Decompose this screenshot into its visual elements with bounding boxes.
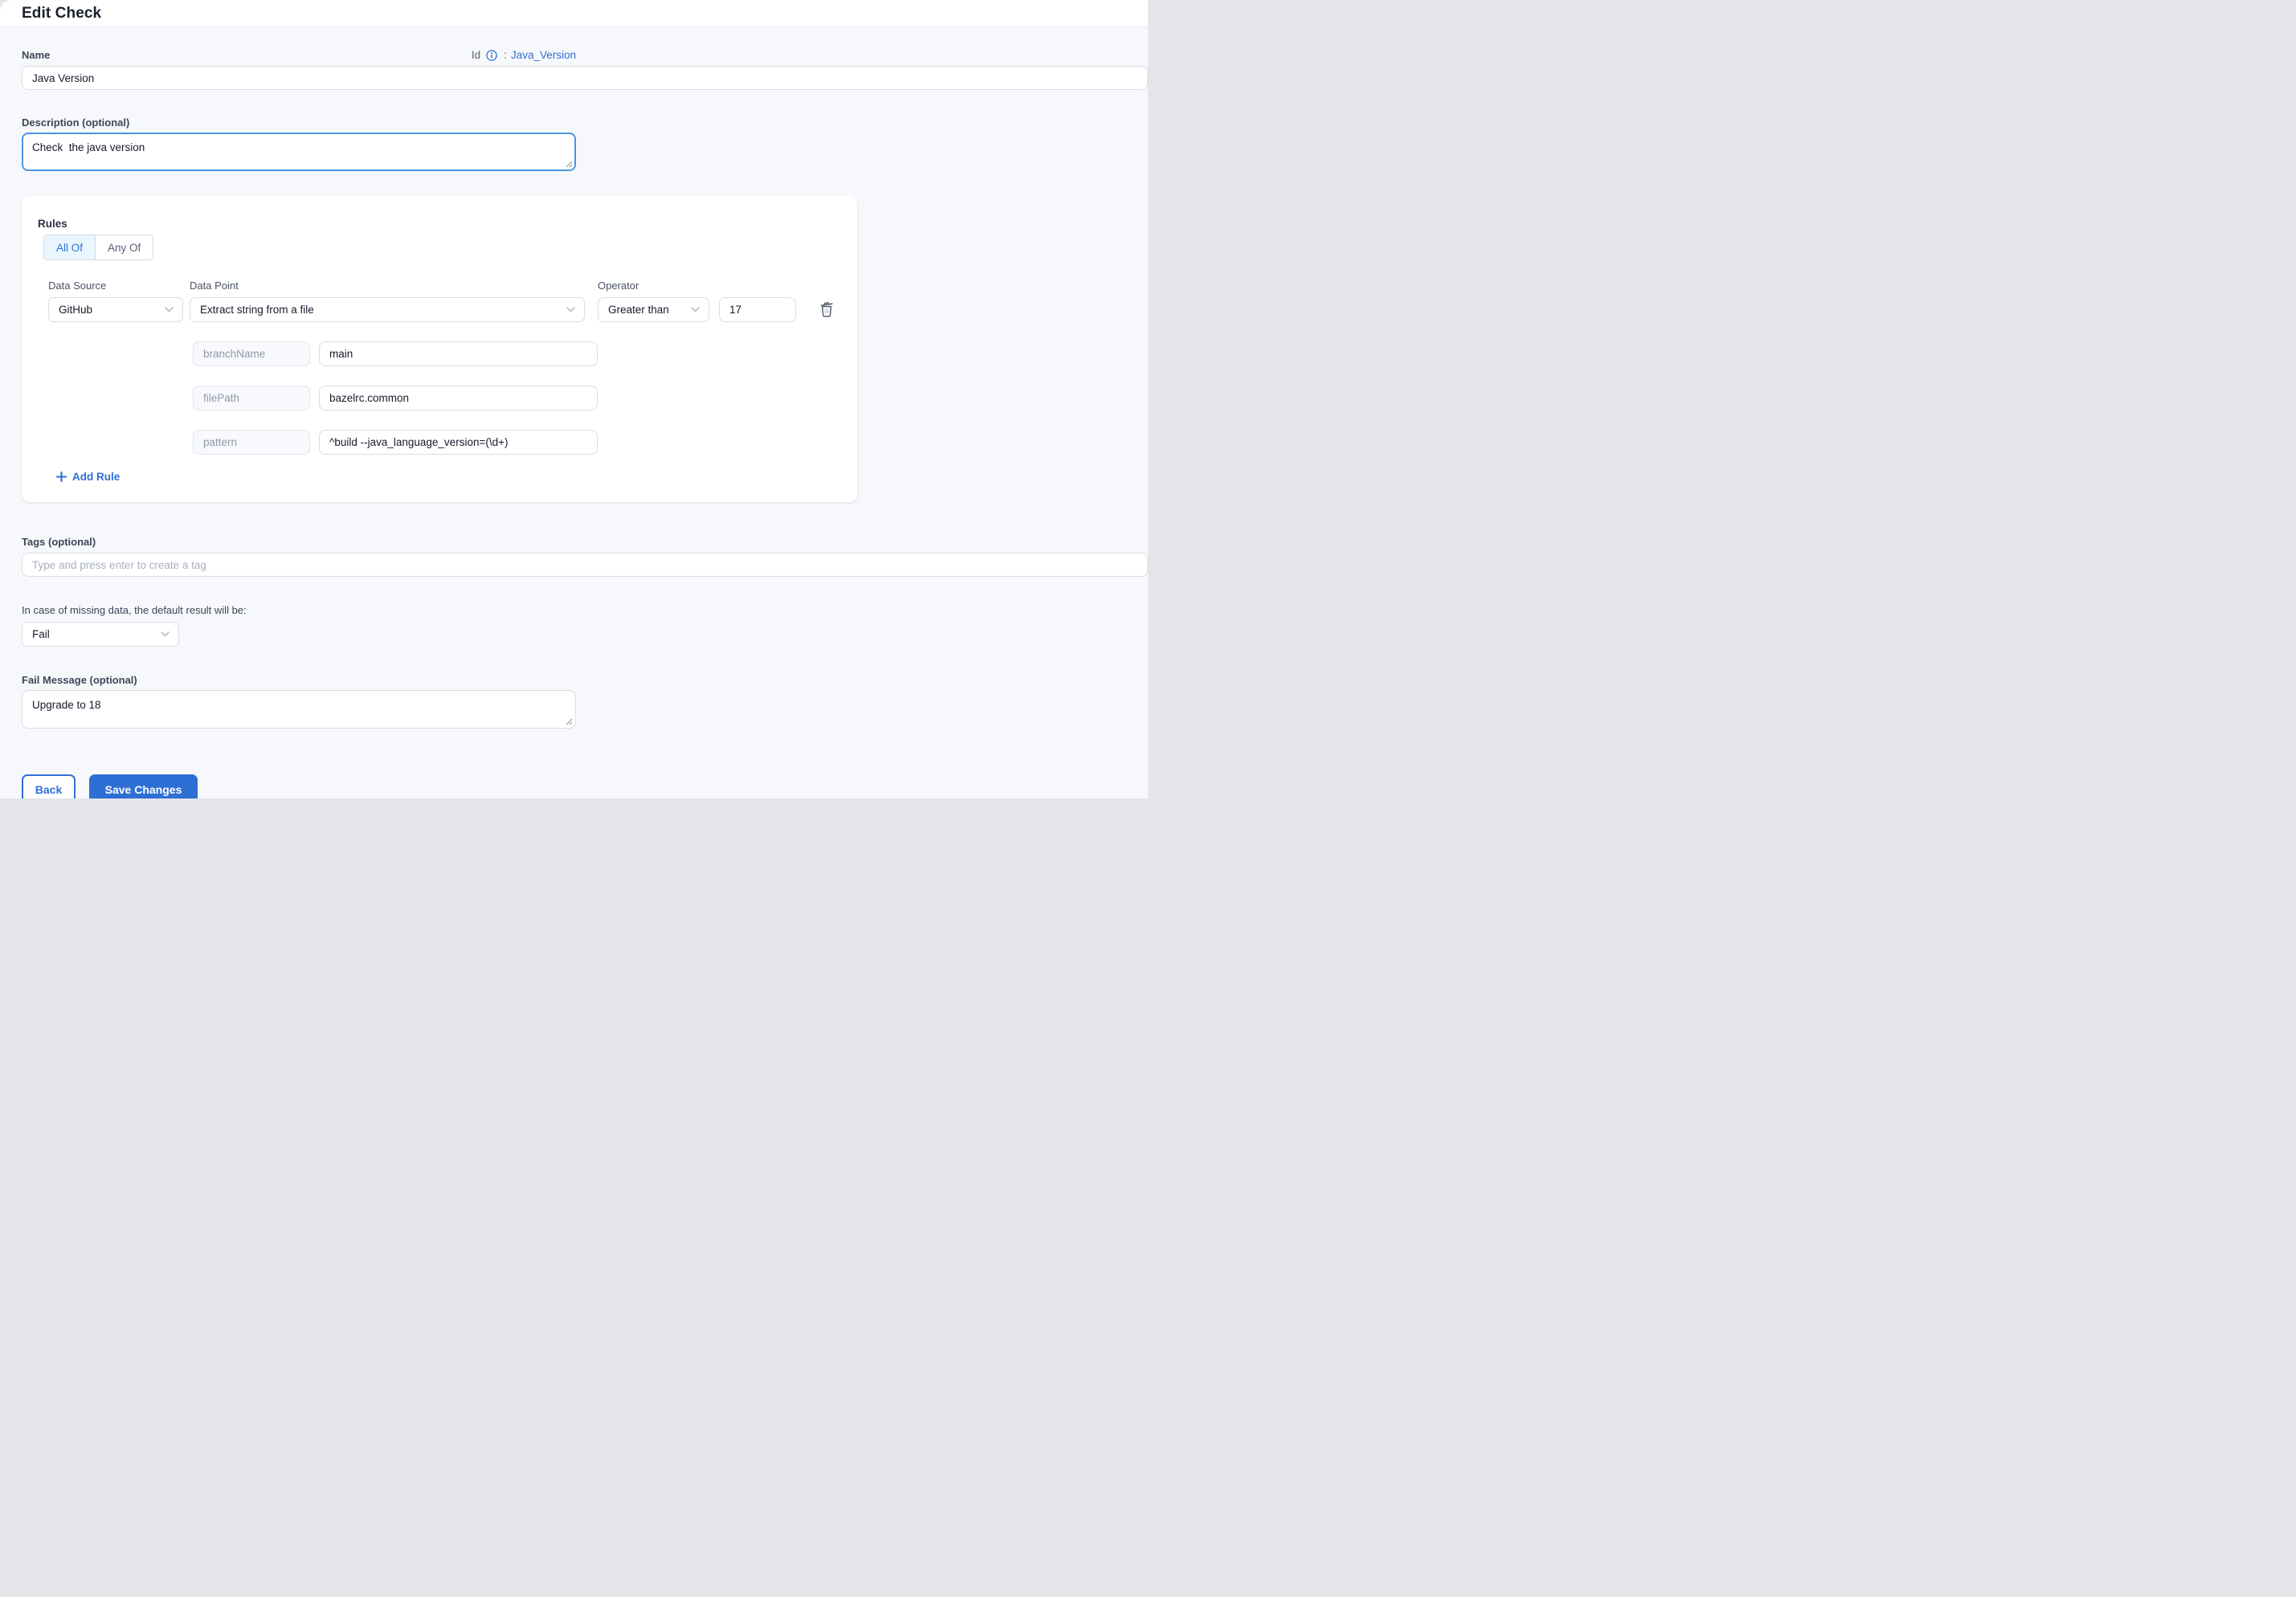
save-changes-button[interactable]: Save Changes [89,774,198,798]
trash-icon [819,300,835,320]
data-point-value: Extract string from a file [200,304,314,316]
rule-param-row: branchName [193,341,838,366]
add-rule-button[interactable]: Add Rule [56,471,120,483]
name-input[interactable] [22,66,1148,90]
param-value-input-branchname[interactable] [319,341,598,366]
data-point-label: Data Point [190,280,598,292]
match-mode-toggle: All Of Any Of [43,235,153,260]
data-point-select[interactable]: Extract string from a file [190,297,585,322]
id-label: Id [472,49,480,61]
operator-value-input[interactable] [719,297,796,322]
data-source-label: Data Source [48,280,190,292]
name-label: Name [22,49,50,61]
rule-column-labels: Data Source Data Point Operator [48,280,838,292]
name-id-row: Name Id : Java_Version [22,49,576,61]
operator-select[interactable]: Greater than [598,297,709,322]
info-icon[interactable] [486,50,497,61]
chevron-down-icon [161,631,170,637]
toggle-all-of[interactable]: All Of [44,235,95,259]
chevron-down-icon [691,307,700,312]
rule-param-row: filePath [193,386,838,410]
data-source-value: GitHub [59,304,92,316]
param-key-branchname: branchName [193,341,310,366]
rules-title: Rules [38,218,838,230]
fail-message-label: Fail Message (optional) [22,674,1148,686]
rule-fields: Data Source Data Point Operator GitHub [48,280,838,486]
add-rule-label: Add Rule [72,471,120,483]
chevron-down-icon [165,307,174,312]
description-textarea[interactable]: Check the java version [22,133,576,171]
edit-check-page: Edit Check Name Id : Java_Version [0,0,1148,798]
rule-controls-row: GitHub Extract string from a file [48,297,838,322]
operator-value: Greater than [608,304,669,316]
page-title: Edit Check [22,5,101,22]
param-value-input-filepath[interactable] [319,386,598,410]
rules-card: Rules All Of Any Of Data Source Data Poi… [22,196,857,502]
form-actions: Back Save Changes [22,774,1148,798]
description-textarea-wrap: Check the java version [22,133,576,171]
id-separator: : [504,49,507,61]
param-key-filepath: filePath [193,386,310,410]
id-value-link[interactable]: Java_Version [511,49,576,61]
form-content: Name Id : Java_Version Descript [0,49,1148,798]
tags-label: Tags (optional) [22,536,1148,548]
toggle-any-of[interactable]: Any Of [95,235,153,259]
page-header: Edit Check [0,0,1148,27]
default-result-value: Fail [32,628,50,640]
data-source-select[interactable]: GitHub [48,297,183,322]
fail-message-textarea[interactable]: Upgrade to 18 [22,690,576,729]
operator-label: Operator [598,280,639,292]
description-label: Description (optional) [22,116,1148,129]
param-key-pattern: pattern [193,430,310,455]
missing-data-label: In case of missing data, the default res… [22,604,1148,616]
default-result-select[interactable]: Fail [22,622,179,647]
rule-param-row: pattern [193,430,838,455]
chevron-down-icon [566,307,575,312]
fail-message-textarea-wrap: Upgrade to 18 [22,690,576,729]
plus-icon [56,472,67,482]
delete-rule-button[interactable] [817,298,836,321]
main-panel: Edit Check Name Id : Java_Version [0,0,1148,798]
param-value-input-pattern[interactable] [319,430,598,455]
tags-input[interactable] [22,553,1148,577]
back-button[interactable]: Back [22,774,76,798]
id-row: Id : Java_Version [472,49,576,61]
